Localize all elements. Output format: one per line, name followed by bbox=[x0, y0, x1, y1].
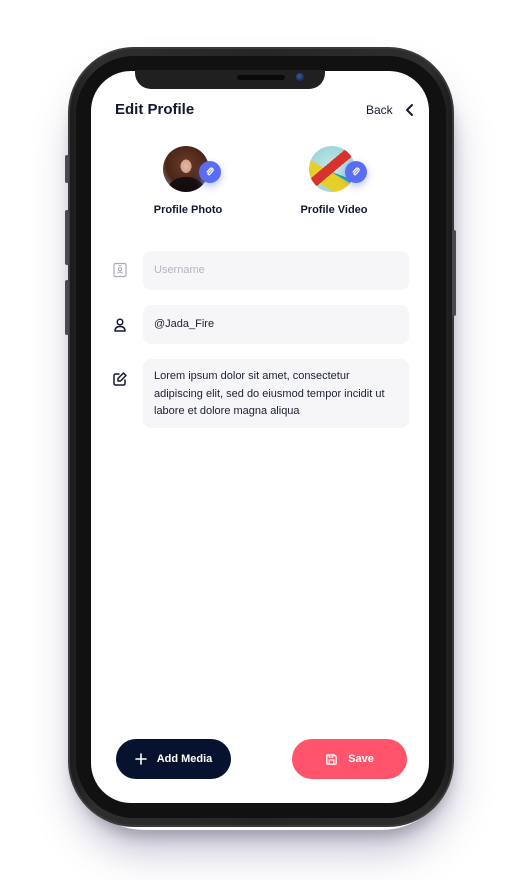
app-screen bbox=[91, 71, 429, 803]
name-input[interactable]: Username bbox=[143, 251, 409, 290]
bio-textarea[interactable]: Lorem ipsum dolor sit amet, consectetur … bbox=[143, 359, 409, 428]
paperclip-icon bbox=[352, 167, 360, 176]
volume-down-button bbox=[65, 280, 69, 335]
save-button[interactable]: Save bbox=[292, 739, 407, 779]
speaker bbox=[237, 75, 285, 80]
page-title: Edit Profile bbox=[115, 101, 195, 118]
front-camera bbox=[296, 73, 304, 81]
back-button[interactable]: Back bbox=[366, 103, 417, 117]
profile-video-thumbnail[interactable] bbox=[309, 146, 367, 192]
paperclip-icon bbox=[206, 167, 214, 176]
id-badge-icon bbox=[113, 262, 127, 278]
profile-photo-avatar[interactable] bbox=[163, 146, 221, 192]
back-label: Back bbox=[366, 103, 393, 117]
edit-photo-button[interactable] bbox=[199, 161, 221, 183]
edit-icon bbox=[113, 372, 127, 386]
profile-video-label: Profile Video bbox=[300, 204, 368, 216]
profile-photo-label: Profile Photo bbox=[153, 204, 223, 216]
user-icon bbox=[114, 318, 126, 332]
edit-video-button[interactable] bbox=[345, 161, 367, 183]
save-label: Save bbox=[348, 753, 374, 765]
mute-switch bbox=[65, 155, 69, 183]
username-input[interactable]: @Jada_Fire bbox=[143, 305, 409, 344]
profile-video-item[interactable]: Profile Video bbox=[296, 146, 372, 216]
volume-up-button bbox=[65, 210, 69, 265]
power-button bbox=[452, 230, 456, 316]
profile-photo-item[interactable]: Profile Photo bbox=[150, 146, 226, 216]
plus-icon bbox=[134, 753, 147, 765]
add-media-button[interactable]: Add Media bbox=[116, 739, 231, 779]
chevron-left-icon bbox=[405, 104, 413, 116]
save-icon bbox=[326, 753, 337, 765]
add-media-label: Add Media bbox=[156, 753, 213, 765]
